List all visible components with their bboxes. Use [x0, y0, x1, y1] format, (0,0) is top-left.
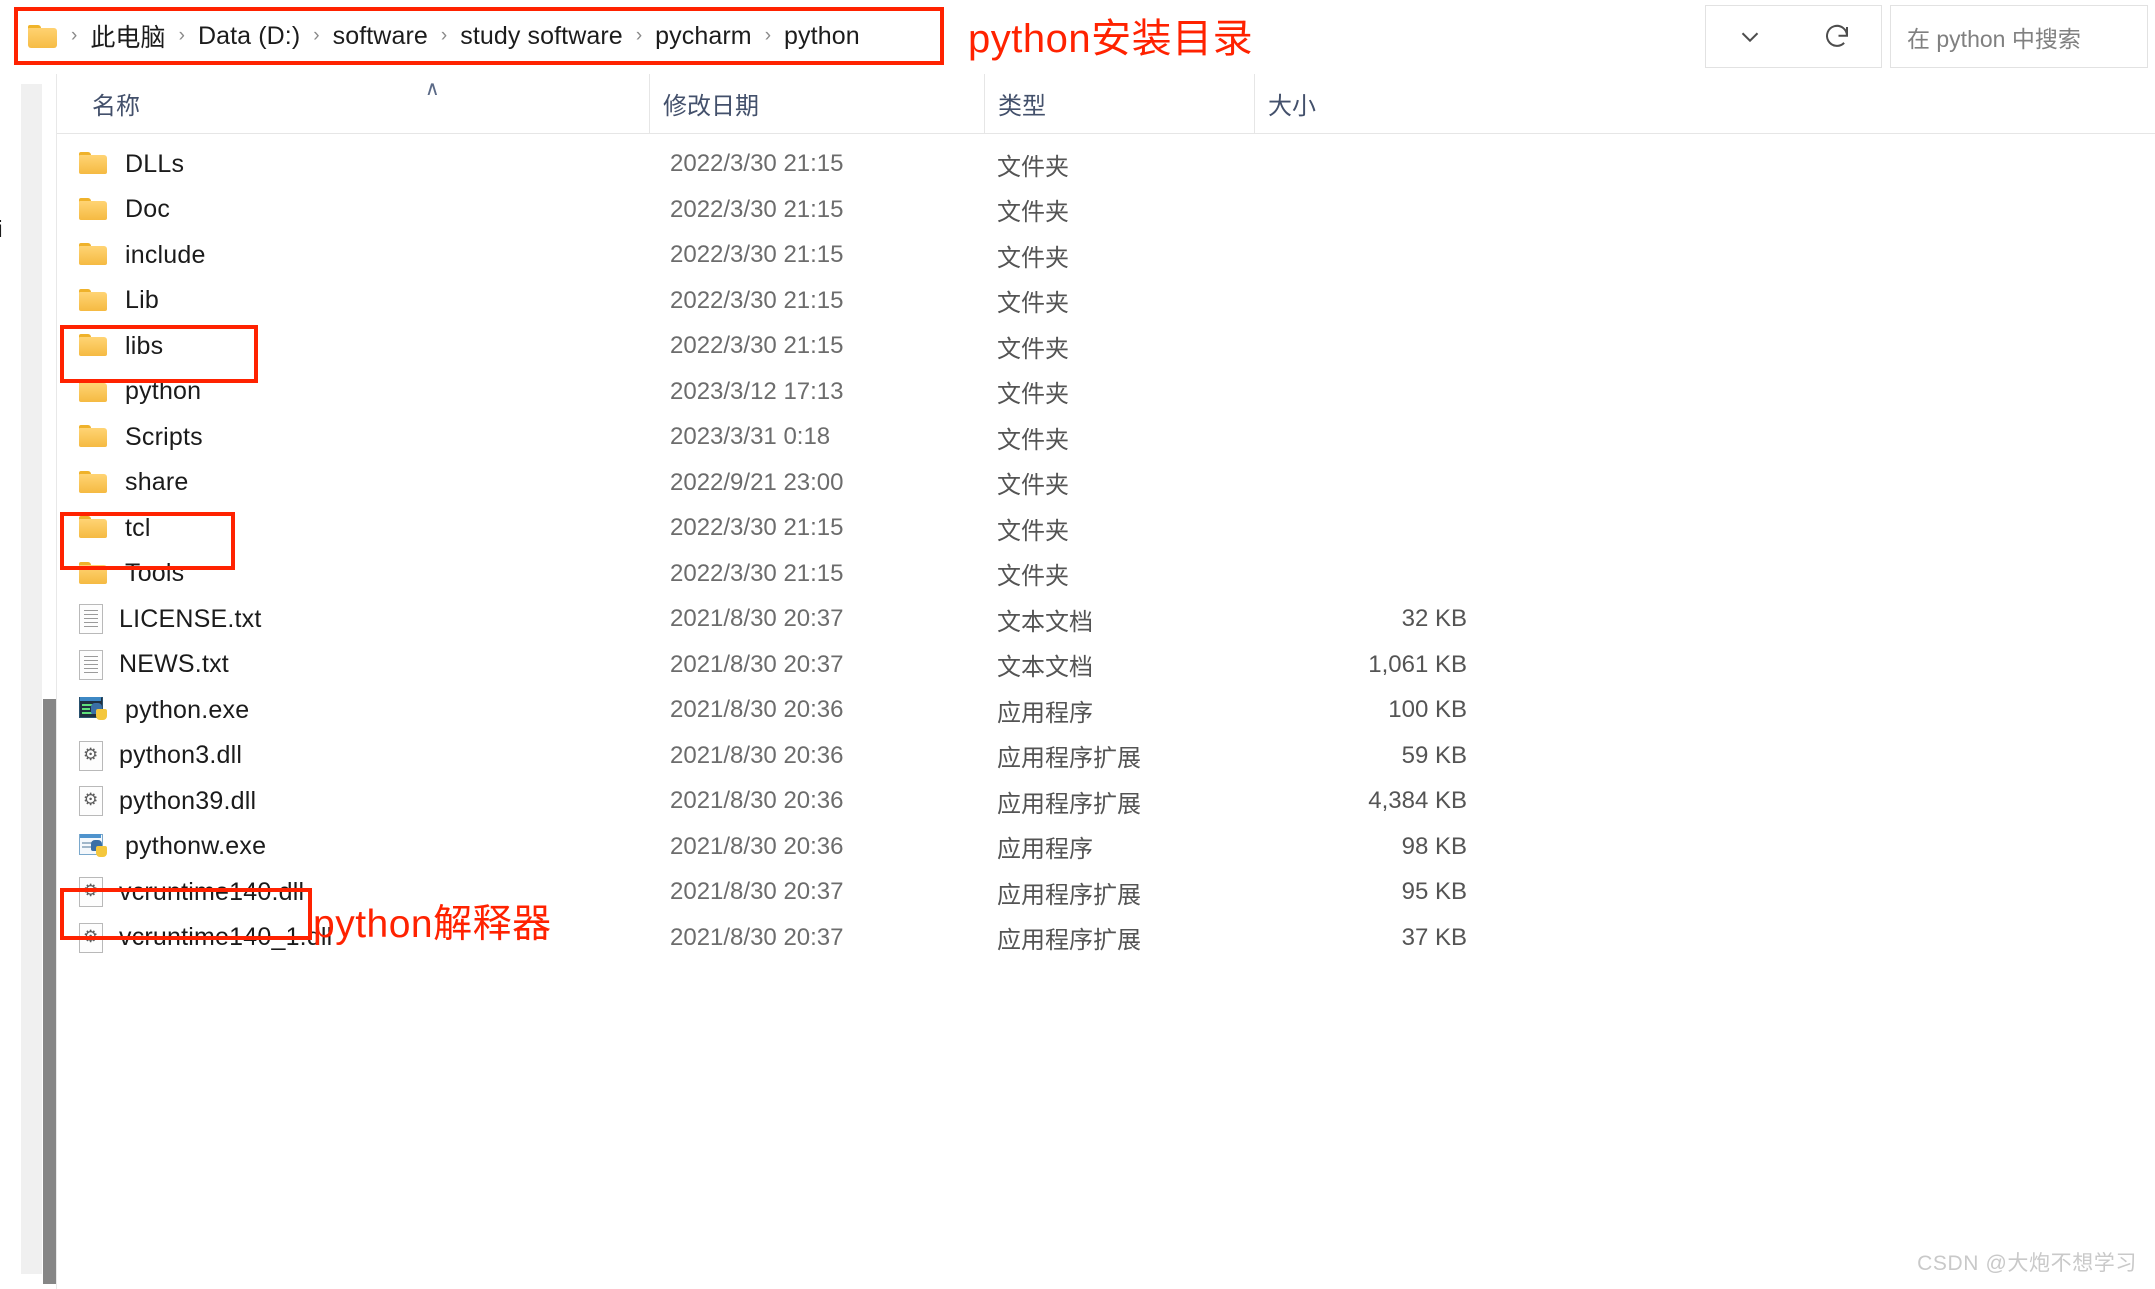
file-type-cell: 应用程序扩展: [997, 927, 1141, 954]
column-header-type[interactable]: 类型: [984, 74, 1254, 133]
file-name-label: libs: [125, 331, 164, 360]
file-name-label: pythonw.exe: [125, 832, 267, 860]
file-name-label: include: [125, 240, 206, 269]
column-header-size-label: 大小: [1268, 93, 1316, 120]
breadcrumb-item-python[interactable]: python: [780, 20, 864, 53]
dll-file-icon: [79, 740, 103, 771]
file-name-label: Scripts: [125, 422, 203, 451]
annotation-label-interpreter: python解释器: [313, 903, 552, 946]
file-list-pane: 名称 ∧ 修改日期 类型 大小 DLLs 2022/3/30 21:15 文件夹 Do…: [57, 74, 2155, 1289]
refresh-icon[interactable]: [1814, 14, 1860, 60]
file-name-cell[interactable]: vcruntime140_1.dll: [79, 907, 332, 969]
navigation-pane-scrollbar-thumb[interactable]: [43, 699, 57, 1284]
address-bar[interactable]: › 此电脑 › Data (D:) › software › study sof…: [14, 7, 944, 65]
file-name-label: share: [125, 468, 189, 496]
chevron-down-icon[interactable]: [1727, 14, 1773, 60]
folder-icon: [79, 240, 109, 270]
address-bar-controls: [1705, 5, 1882, 68]
folder-icon: [79, 149, 109, 179]
folder-icon: [28, 24, 58, 48]
breadcrumb-separator: ›: [71, 25, 78, 46]
file-name-label: DLLs: [125, 149, 185, 178]
column-header-type-label: 类型: [998, 93, 1046, 120]
folder-icon: [79, 513, 109, 543]
breadcrumb-separator: ›: [764, 25, 772, 46]
breadcrumb-separator: ›: [635, 25, 643, 46]
annotation-label-install-dir: python安装目录: [968, 17, 1254, 61]
file-name-label: vcruntime140.dll: [119, 877, 305, 906]
breadcrumb-item-data-d[interactable]: Data (D:): [194, 20, 304, 53]
file-name-label: python3.dll: [119, 741, 243, 769]
file-name-label: Lib: [125, 286, 159, 314]
file-size-cell: 37 KB: [1401, 923, 1467, 951]
file-name-label: LICENSE.txt: [119, 604, 262, 633]
navigation-pane-clipped-text: a3cies asyeee: [0, 216, 3, 242]
navigation-pane-remnant: a3cies asyeee: [0, 74, 57, 1289]
breadcrumb-separator: ›: [440, 25, 448, 46]
column-header-date-modified[interactable]: 修改日期: [649, 74, 984, 133]
folder-icon: [79, 377, 109, 407]
file-date-cell: 2021/8/30 20:37: [670, 923, 844, 951]
file-name-label: Tools: [125, 559, 185, 587]
dll-file-icon: [79, 786, 103, 816]
text-file-icon: [79, 649, 103, 680]
watermark: CSDN @大炮不想学习: [1917, 1252, 2137, 1275]
column-header-name-label: 名称: [92, 93, 140, 120]
breadcrumb-item-software[interactable]: software: [329, 20, 432, 53]
explorer-toolbar: › 此电脑 › Data (D:) › software › study sof…: [0, 0, 2155, 75]
file-name-label: NEWS.txt: [119, 650, 229, 678]
breadcrumb-item-this-pc[interactable]: 此电脑: [86, 16, 169, 56]
file-name-label: tcl: [125, 513, 151, 542]
text-file-icon: [79, 604, 103, 634]
folder-icon: [79, 468, 109, 498]
breadcrumb-item-pycharm[interactable]: pycharm: [651, 20, 756, 53]
breadcrumb-separator: ›: [178, 25, 185, 46]
column-header-row: 名称 ∧ 修改日期 类型 大小: [57, 74, 2155, 134]
python-exe-icon: [79, 696, 109, 724]
dll-file-icon: [79, 922, 103, 953]
folder-icon: [79, 422, 109, 452]
file-name-label: Doc: [125, 195, 171, 223]
breadcrumb-separator: ›: [313, 25, 320, 46]
column-header-size[interactable]: 大小: [1254, 74, 1436, 133]
column-header-name[interactable]: 名称: [79, 74, 649, 133]
file-name-label: vcruntime140_1.dll: [119, 923, 333, 951]
navigation-pane-scrollbar-track[interactable]: [21, 84, 57, 1284]
folder-icon: [79, 331, 109, 361]
folder-icon: [79, 195, 109, 225]
file-name-label: python: [125, 377, 202, 405]
column-header-date-label: 修改日期: [663, 93, 759, 120]
folder-icon: [79, 559, 109, 589]
search-input[interactable]: 在 python 中搜索: [1907, 20, 2081, 54]
file-name-label: python.exe: [125, 695, 250, 724]
file-name-label: python39.dll: [119, 786, 257, 815]
breadcrumb-item-study-software[interactable]: study software: [456, 20, 627, 53]
dll-file-icon: [79, 877, 103, 907]
search-box[interactable]: 在 python 中搜索: [1890, 5, 2148, 68]
pythonw-exe-icon: [79, 833, 109, 861]
sort-ascending-caret: ∧: [425, 78, 440, 100]
folder-icon: [79, 286, 109, 316]
